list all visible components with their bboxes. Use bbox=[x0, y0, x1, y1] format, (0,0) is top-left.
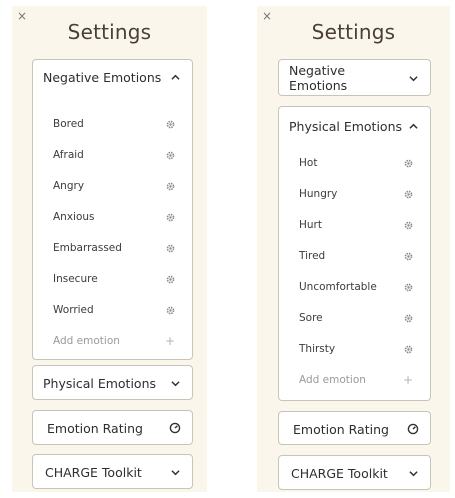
list-item: Thirsty bbox=[299, 339, 414, 359]
section-label: Emotion Rating bbox=[47, 420, 143, 436]
gear-icon[interactable] bbox=[402, 281, 414, 293]
list-item: Hurt bbox=[299, 215, 414, 235]
emotion-name: Angry bbox=[53, 180, 85, 192]
gear-icon[interactable] bbox=[402, 343, 414, 355]
list-item: Anxious bbox=[53, 207, 176, 227]
chevron-up-icon bbox=[168, 70, 182, 84]
chevron-down-icon bbox=[168, 376, 182, 390]
charge-toolkit-section[interactable]: CHARGE Toolkit bbox=[278, 455, 431, 490]
plus-icon[interactable]: + bbox=[164, 334, 176, 348]
list-item: Afraid bbox=[53, 145, 176, 165]
list-item: Hungry bbox=[299, 184, 414, 204]
physical-emotions-header[interactable]: Physical Emotions bbox=[279, 107, 430, 145]
physical-emotions-section: Physical Emotions Hot Hungry Hurt Tired … bbox=[278, 106, 431, 401]
emotion-name: Insecure bbox=[53, 273, 98, 285]
list-item: Angry bbox=[53, 176, 176, 196]
list-item: Worried bbox=[53, 300, 176, 320]
emotion-name: Anxious bbox=[53, 211, 95, 223]
charge-toolkit-section[interactable]: CHARGE Toolkit bbox=[32, 454, 193, 489]
emotion-name: Hurt bbox=[299, 219, 322, 231]
list-item: Sore bbox=[299, 308, 414, 328]
list-item: Tired bbox=[299, 246, 414, 266]
settings-panel-right: × Settings Negative Emotions Physical Em… bbox=[257, 6, 450, 492]
emotion-name: Hungry bbox=[299, 188, 338, 200]
emotion-name: Tired bbox=[299, 250, 326, 262]
emotion-name: Thirsty bbox=[299, 343, 336, 355]
physical-emotions-section[interactable]: Physical Emotions bbox=[32, 365, 193, 400]
gauge-icon bbox=[406, 422, 420, 436]
gear-icon[interactable] bbox=[402, 219, 414, 231]
list-item: Bored bbox=[53, 114, 176, 134]
gear-icon[interactable] bbox=[402, 250, 414, 262]
gear-icon[interactable] bbox=[164, 211, 176, 223]
negative-emotions-section: Negative Emotions Bored Afraid Angry Anx… bbox=[32, 59, 193, 360]
emotion-rating-header[interactable]: Emotion Rating bbox=[33, 411, 192, 445]
gear-icon[interactable] bbox=[402, 312, 414, 324]
physical-emotions-header[interactable]: Physical Emotions bbox=[33, 366, 192, 400]
emotion-rating-section[interactable]: Emotion Rating bbox=[278, 411, 431, 445]
add-emotion-button[interactable]: Add emotion + bbox=[299, 370, 414, 390]
section-label: Negative Emotions bbox=[43, 69, 162, 85]
emotion-name: Embarrassed bbox=[53, 242, 122, 254]
page-title: Settings bbox=[67, 20, 152, 44]
gear-icon[interactable] bbox=[164, 304, 176, 316]
emotion-name: Worried bbox=[53, 304, 94, 316]
gear-icon[interactable] bbox=[164, 273, 176, 285]
chevron-down-icon bbox=[406, 466, 420, 480]
add-emotion-button[interactable]: Add emotion + bbox=[53, 331, 176, 351]
section-label: Physical Emotions bbox=[289, 118, 403, 134]
charge-toolkit-header[interactable]: CHARGE Toolkit bbox=[33, 455, 192, 489]
plus-icon[interactable]: + bbox=[402, 373, 414, 387]
negative-emotions-header[interactable]: Negative Emotions bbox=[33, 60, 192, 94]
gear-icon[interactable] bbox=[164, 118, 176, 130]
chevron-up-icon bbox=[406, 119, 420, 133]
list-item: Insecure bbox=[53, 269, 176, 289]
emotion-name: Hot bbox=[299, 157, 318, 169]
list-item: Embarrassed bbox=[53, 238, 176, 258]
chevron-down-icon bbox=[168, 465, 182, 479]
list-item: Hot bbox=[299, 153, 414, 173]
gauge-icon bbox=[168, 421, 182, 435]
chevron-down-icon bbox=[406, 71, 420, 85]
emotion-rating-section[interactable]: Emotion Rating bbox=[32, 410, 193, 445]
negative-emotions-section[interactable]: Negative Emotions bbox=[278, 59, 431, 96]
add-emotion-label: Add emotion bbox=[299, 374, 366, 386]
emotion-name: Bored bbox=[53, 118, 84, 130]
section-label: CHARGE Toolkit bbox=[291, 465, 388, 481]
emotion-name: Afraid bbox=[53, 149, 84, 161]
gear-icon[interactable] bbox=[402, 157, 414, 169]
charge-toolkit-header[interactable]: CHARGE Toolkit bbox=[279, 456, 430, 490]
add-emotion-label: Add emotion bbox=[53, 335, 120, 347]
gear-icon[interactable] bbox=[164, 149, 176, 161]
gear-icon[interactable] bbox=[164, 180, 176, 192]
gear-icon[interactable] bbox=[402, 188, 414, 200]
negative-emotions-header[interactable]: Negative Emotions bbox=[279, 60, 430, 96]
section-label: Emotion Rating bbox=[293, 421, 389, 437]
emotion-rating-header[interactable]: Emotion Rating bbox=[279, 412, 430, 446]
section-label: CHARGE Toolkit bbox=[45, 464, 142, 480]
emotion-name: Sore bbox=[299, 312, 323, 324]
section-label: Physical Emotions bbox=[43, 375, 157, 391]
emotion-name: Uncomfortable bbox=[299, 281, 377, 293]
list-item: Uncomfortable bbox=[299, 277, 414, 297]
page-title: Settings bbox=[311, 20, 396, 44]
gear-icon[interactable] bbox=[164, 242, 176, 254]
section-label: Negative Emotions bbox=[289, 63, 348, 93]
settings-panel-left: × Settings Negative Emotions Bored Afrai… bbox=[12, 6, 207, 492]
